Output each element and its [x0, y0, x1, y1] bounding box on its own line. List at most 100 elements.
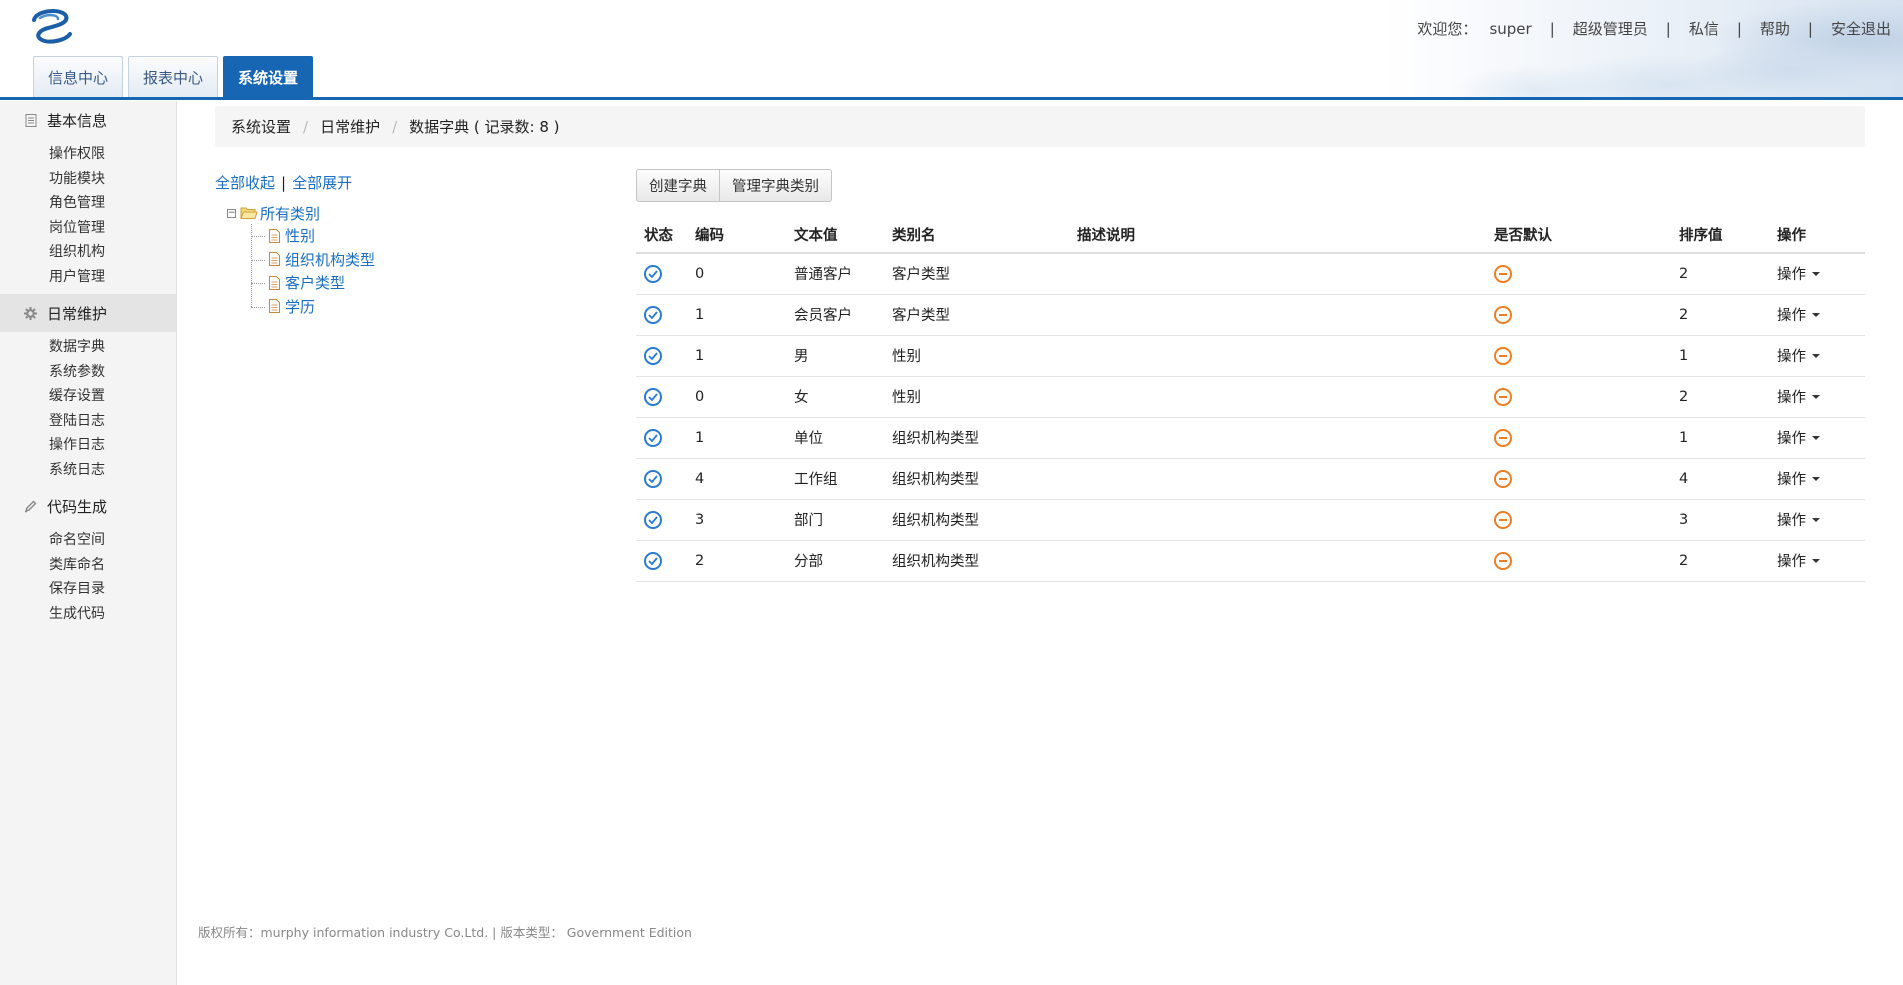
sidebar-item-namespace[interactable]: 命名空间: [0, 527, 176, 552]
caret-down-icon: [1812, 394, 1820, 399]
header-clouds-background: [1383, 0, 1903, 100]
sidebar-item-permissions[interactable]: 操作权限: [0, 141, 176, 166]
sidebar-item-users[interactable]: 用户管理: [0, 264, 176, 289]
cell-text: 单位: [786, 417, 884, 459]
tree-node-label[interactable]: 学历: [285, 296, 315, 317]
sidebar-item-system-log[interactable]: 系统日志: [0, 457, 176, 482]
sidebar-item-roles[interactable]: 角色管理: [0, 190, 176, 215]
cell-code: 1: [687, 294, 786, 336]
tree-node-all-categories[interactable]: 所有类别: [260, 203, 320, 224]
sidebar-item-data-dictionary[interactable]: 数据字典: [0, 334, 176, 359]
sidebar-item-organizations[interactable]: 组织机构: [0, 239, 176, 264]
not-default-icon: [1494, 510, 1512, 529]
row-actions-dropdown[interactable]: 操作: [1777, 263, 1820, 284]
cell-text: 工作组: [786, 458, 884, 500]
cell-category: 性别: [884, 335, 1069, 377]
row-actions-label: 操作: [1777, 513, 1806, 529]
table-row[interactable]: 3 部门 组织机构类型 3 操作: [636, 499, 1865, 541]
table-row[interactable]: 1 男性别 1 操作: [636, 335, 1865, 377]
sidebar-item-modules[interactable]: 功能模块: [0, 166, 176, 191]
table-row[interactable]: 1 会员客户 客户类型 2 操作: [636, 294, 1865, 336]
tab-report-center[interactable]: 报表中心: [128, 56, 219, 97]
sidebar-item-generate-code[interactable]: 生成代码: [0, 601, 176, 626]
tree-node[interactable]: 客户类型: [250, 271, 375, 295]
manage-categories-button[interactable]: 管理字典类别: [720, 169, 832, 202]
table-row[interactable]: 2 分部 组织机构类型 2 操作: [636, 540, 1865, 582]
cell-code: 0: [687, 253, 786, 295]
tree-node[interactable]: 组织机构类型: [250, 248, 375, 272]
sidebar-item-cache-settings[interactable]: 缓存设置: [0, 383, 176, 408]
cell-code: 3: [687, 499, 786, 541]
cell-description: [1069, 335, 1486, 377]
tab-info-center[interactable]: 信息中心: [33, 56, 124, 97]
not-default-icon: [1494, 264, 1512, 283]
column-header: 文本值: [786, 216, 884, 254]
cell-sort: 1: [1671, 335, 1769, 377]
sidebar-group-daily-maintenance[interactable]: 日常维护: [0, 294, 176, 332]
cell-description: [1069, 499, 1486, 541]
sidebar-item-save-directory[interactable]: 保存目录: [0, 576, 176, 601]
sidebar-group-basic-info[interactable]: 基本信息: [0, 101, 176, 139]
help-link[interactable]: 帮助: [1760, 18, 1790, 39]
column-header: 操作: [1769, 216, 1865, 254]
create-dictionary-button[interactable]: 创建字典: [636, 169, 720, 202]
table-row[interactable]: 1 单位 组织机构类型 1 操作: [636, 417, 1865, 459]
table-row[interactable]: 4 工作组 组织机构类型 4 操作: [636, 458, 1865, 500]
sidebar-item-login-log[interactable]: 登陆日志: [0, 408, 176, 433]
table-row[interactable]: 0 女性别 2 操作: [636, 376, 1865, 418]
welcome-label: 欢迎您：: [1417, 20, 1478, 38]
status-enabled-icon: [644, 346, 662, 365]
row-actions-label: 操作: [1777, 349, 1806, 365]
sidebar-group-code-generation[interactable]: 代码生成: [0, 487, 176, 525]
tree-collapse-toggle-icon[interactable]: −: [227, 208, 236, 218]
row-actions-dropdown[interactable]: 操作: [1777, 509, 1820, 530]
row-actions-dropdown[interactable]: 操作: [1777, 304, 1820, 325]
username-link[interactable]: super: [1489, 20, 1531, 38]
row-actions-dropdown[interactable]: 操作: [1777, 550, 1820, 571]
tab-system-settings[interactable]: 系统设置: [223, 56, 314, 98]
cell-description: [1069, 540, 1486, 582]
caret-down-icon: [1812, 476, 1820, 481]
cell-code: 0: [687, 376, 786, 418]
sidebar-item-positions[interactable]: 岗位管理: [0, 215, 176, 240]
column-header: 排序值: [1671, 216, 1769, 254]
category-tree: − 所有类别 性别 组织机构类型 客户类型 学历: [227, 202, 375, 318]
cell-text: 女: [786, 376, 884, 418]
cell-code: 4: [687, 458, 786, 500]
breadcrumb-item[interactable]: 系统设置: [231, 116, 291, 137]
row-actions-dropdown[interactable]: 操作: [1777, 345, 1820, 366]
column-header: 状态: [636, 216, 687, 254]
table-header-row: 状态 编码 文本值 类别名 描述说明 是否默认 排序值 操作: [636, 216, 1865, 254]
row-actions-dropdown[interactable]: 操作: [1777, 468, 1820, 489]
private-message-link[interactable]: 私信: [1689, 18, 1719, 39]
tree-node[interactable]: 性别: [250, 224, 375, 248]
gear-icon: [24, 306, 37, 320]
expand-all-link[interactable]: 全部展开: [292, 172, 352, 193]
tree-node-label[interactable]: 性别: [285, 225, 315, 246]
not-default-icon: [1494, 469, 1512, 488]
row-actions-dropdown[interactable]: 操作: [1777, 427, 1820, 448]
collapse-all-link[interactable]: 全部收起: [215, 172, 275, 193]
logout-link[interactable]: 安全退出: [1831, 18, 1891, 39]
not-default-icon: [1494, 387, 1512, 406]
table-row[interactable]: 0 普通客户 客户类型 2 操作: [636, 253, 1865, 295]
not-default-icon: [1494, 551, 1512, 570]
sidebar-item-system-params[interactable]: 系统参数: [0, 359, 176, 384]
sidebar-item-operation-log[interactable]: 操作日志: [0, 432, 176, 457]
cell-sort: 1: [1671, 417, 1769, 459]
sidebar-item-class-naming[interactable]: 类库命名: [0, 552, 176, 577]
tree-actions: 全部收起 | 全部展开: [215, 172, 353, 193]
row-actions-dropdown[interactable]: 操作: [1777, 386, 1820, 407]
footer: 版权所有：murphy information industry Co.Ltd.…: [198, 925, 692, 940]
not-default-icon: [1494, 428, 1512, 447]
header: 欢迎您： super | 超级管理员 | 私信 | 帮助 | 安全退出 信息中心…: [0, 0, 1903, 100]
super-admin-link[interactable]: 超级管理员: [1573, 18, 1648, 39]
breadcrumb: 系统设置 / 日常维护 / 数据字典 ( 记录数: 8 ): [215, 106, 1865, 147]
cell-description: [1069, 376, 1486, 418]
tree-node-label[interactable]: 组织机构类型: [285, 249, 375, 270]
cell-sort: 2: [1671, 376, 1769, 418]
cell-category: 性别: [884, 376, 1069, 418]
breadcrumb-item[interactable]: 日常维护: [320, 116, 380, 137]
tree-node[interactable]: 学历: [250, 295, 375, 319]
tree-node-label[interactable]: 客户类型: [285, 272, 345, 293]
